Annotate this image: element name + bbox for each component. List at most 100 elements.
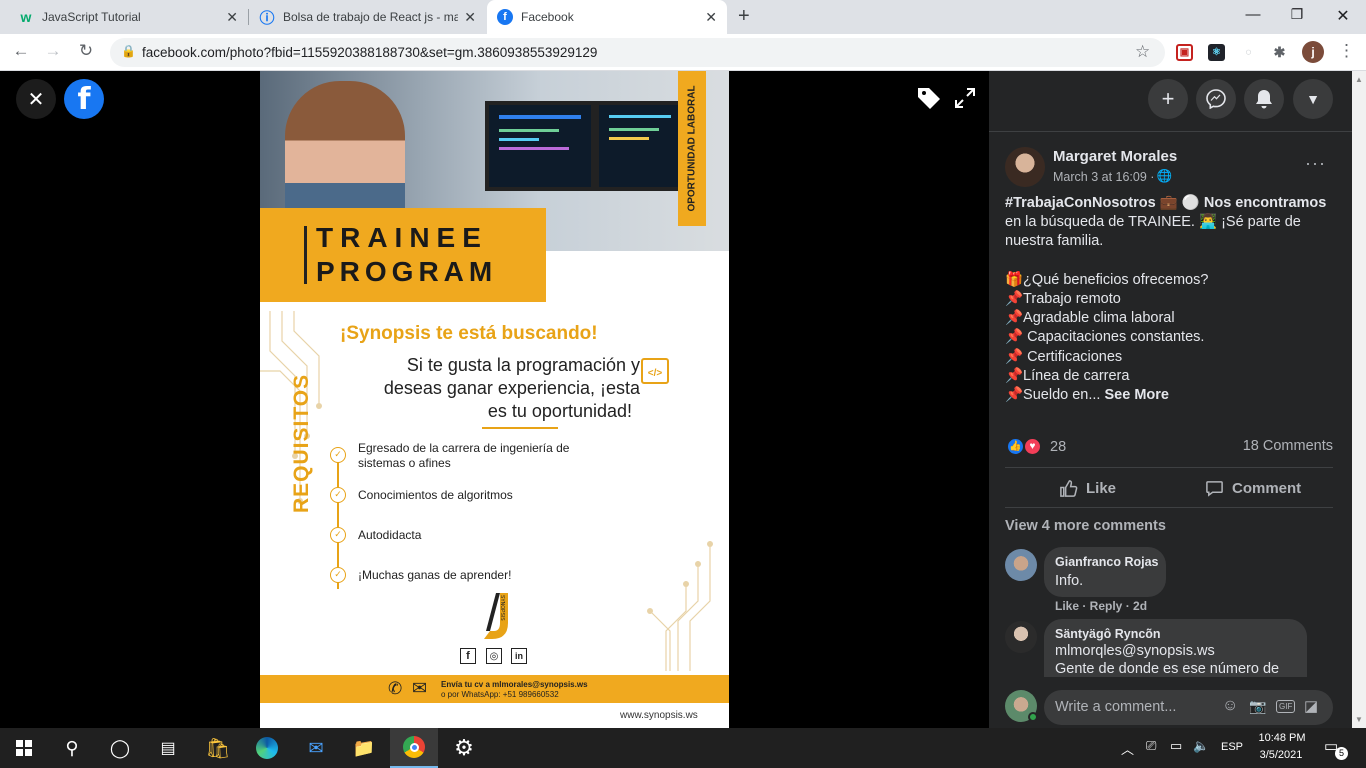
comments-count[interactable]: 18 Comments <box>1243 438 1333 454</box>
post-text-line: 📌 Certificaciones <box>1005 349 1123 365</box>
job-poster-image: OPORTUNIDAD LABORAL TRAINEE PROGRAM ¡Syn… <box>260 71 729 728</box>
fullscreen-icon[interactable] <box>954 87 976 109</box>
author-avatar[interactable] <box>1005 147 1045 187</box>
gif-icon[interactable]: GIF <box>1276 700 1296 713</box>
browser-toolbar: ← → ↻ 🔒 facebook.com/photo?fbid=11559203… <box>0 34 1366 71</box>
extension-icon[interactable]: ▣ <box>1176 44 1193 61</box>
post-sidebar: + ▼ Margaret Morales March 3 at 16:09 · … <box>989 71 1352 728</box>
restore-icon[interactable]: ❐ <box>1287 6 1307 23</box>
bookmark-star-icon[interactable]: ☆ <box>1135 42 1150 62</box>
react-devtools-icon[interactable]: ⚛ <box>1208 44 1225 61</box>
minimize-icon[interactable]: — <box>1243 6 1263 23</box>
reload-icon[interactable]: ↻ <box>75 41 97 61</box>
edge-icon[interactable] <box>243 728 291 768</box>
post-timestamp[interactable]: March 3 at 16:09 · 🌐 <box>1053 169 1172 184</box>
author-name[interactable]: Margaret Morales <box>1053 148 1177 165</box>
requirement-item: Autodidacta <box>358 528 422 542</box>
close-window-icon[interactable]: ✕ <box>1333 6 1353 26</box>
requirement-item: Conocimientos de algoritmos <box>358 488 513 502</box>
headline-box: TRAINEE PROGRAM <box>260 208 546 302</box>
emoji-icon[interactable]: ☺ <box>1222 697 1238 715</box>
forward-icon[interactable]: → <box>42 41 64 61</box>
like-reaction-icon[interactable]: 👍 <box>1006 437 1025 456</box>
commenter-avatar[interactable] <box>1005 621 1037 653</box>
tag-icon[interactable] <box>916 85 942 111</box>
close-tab-icon[interactable]: ✕ <box>226 9 238 26</box>
create-plus-icon[interactable]: + <box>1148 79 1188 119</box>
contact-line: Envía tu cv a mlmorales@synopsis.ws <box>441 680 588 689</box>
menu-icon[interactable]: ⋮ <box>1338 41 1355 61</box>
windows-taskbar: ⚲ ◯ ▤ 🛍 ✉ 📁 ⚙ ︿ ⎚ ▭ 🔈 ESP 10:48 PM 3/5/2… <box>0 728 1366 768</box>
chrome-icon[interactable] <box>390 728 438 768</box>
profile-avatar[interactable]: j <box>1302 41 1324 63</box>
post-text-line: 🎁¿Qué beneficios ofrecemos? <box>1005 272 1209 288</box>
browser-tab-strip: w JavaScript Tutorial ✕ ⓘ Bolsa de traba… <box>0 0 1366 34</box>
page-icon: ⓘ <box>259 9 275 27</box>
messenger-icon[interactable] <box>1196 79 1236 119</box>
close-viewer-icon[interactable]: ✕ <box>16 79 56 119</box>
start-windows-icon[interactable] <box>0 728 48 768</box>
network-icon[interactable]: ⎚ <box>1146 738 1156 754</box>
contact-line: o por WhatsApp: +51 989660532 <box>441 690 559 699</box>
headline-line-2: PROGRAM <box>316 256 498 287</box>
poster-tagline: ¡Synopsis te está buscando! <box>340 323 598 344</box>
poster-intro-line: Si te gusta la programación y <box>406 355 640 375</box>
reactions-count[interactable]: 28 <box>1050 439 1066 455</box>
address-bar[interactable]: 🔒 facebook.com/photo?fbid=11559203881887… <box>110 38 1165 67</box>
search-icon[interactable]: ⚲ <box>48 728 96 768</box>
comment-placeholder: Write a comment... <box>1055 699 1177 715</box>
tab-title: JavaScript Tutorial <box>42 10 141 24</box>
close-tab-icon[interactable]: ✕ <box>464 9 476 26</box>
comment-button[interactable]: Comment <box>1205 479 1301 498</box>
clock-date[interactable]: 3/5/2021 <box>1256 749 1306 761</box>
post-text-line: 📌Trabajo remoto <box>1005 291 1121 307</box>
view-more-comments-link[interactable]: View 4 more comments <box>1005 518 1166 534</box>
new-tab-button[interactable]: + <box>738 5 750 28</box>
store-icon[interactable]: 🛍 <box>194 728 242 768</box>
comment-input[interactable]: Write a comment... ☺ 📷 GIF ◪ <box>1044 690 1333 725</box>
clock-time[interactable]: 10:48 PM <box>1257 732 1307 744</box>
sticker-icon[interactable]: ◪ <box>1304 697 1318 715</box>
poster-website: www.synopsis.ws <box>620 710 698 721</box>
facebook-icon: f <box>460 648 476 664</box>
love-reaction-icon[interactable]: ♥ <box>1023 437 1042 456</box>
post-text-line: en la búsqueda de TRAINEE. 👨‍💻 ¡Sé parte… <box>1005 214 1301 230</box>
tab-title: Bolsa de trabajo de React js - ma <box>283 10 458 24</box>
notifications-bell-icon[interactable] <box>1244 79 1284 119</box>
close-tab-icon[interactable]: ✕ <box>705 9 717 26</box>
comment-text: mlmorqles@synopsis.ws <box>1055 643 1215 659</box>
tab-javascript-tutorial[interactable]: w JavaScript Tutorial ✕ <box>8 0 248 34</box>
side-label: OPORTUNIDAD LABORAL <box>686 85 698 212</box>
language-indicator[interactable]: ESP <box>1221 741 1243 753</box>
see-more-link[interactable]: See More <box>1104 387 1168 403</box>
mail-icon[interactable]: ✉ <box>292 728 340 768</box>
comment-text: Info. <box>1055 573 1084 589</box>
extension-icon[interactable]: ◌ <box>1240 44 1257 61</box>
settings-gear-icon[interactable]: ⚙ <box>440 728 488 768</box>
commenter-avatar[interactable] <box>1005 549 1037 581</box>
file-explorer-icon[interactable]: 📁 <box>340 728 388 768</box>
back-icon[interactable]: ← <box>10 41 32 61</box>
like-button[interactable]: Like <box>1059 479 1116 498</box>
tab-bolsa-de-trabajo[interactable]: ⓘ Bolsa de trabajo de React js - ma ✕ <box>249 0 486 34</box>
battery-icon[interactable]: ▭ <box>1170 738 1182 754</box>
account-menu-chevron-icon[interactable]: ▼ <box>1293 79 1333 119</box>
commenter-name[interactable]: Gianfranco Rojas <box>1055 555 1159 569</box>
extensions-puzzle-icon[interactable]: ✱ <box>1271 44 1288 61</box>
show-hidden-icons-chevron[interactable]: ︿ <box>1121 739 1134 758</box>
instagram-icon: ◎ <box>486 648 502 664</box>
comment-actions[interactable]: Like · Reply · 2d <box>1055 599 1147 613</box>
facebook-logo-icon[interactable]: f <box>64 79 104 119</box>
page-scrollbar[interactable]: ▲ ▼ <box>1352 71 1366 728</box>
contact-strip: ✆ ✉ Envía tu cv a mlmorales@synopsis.ws … <box>260 675 729 703</box>
commenter-name[interactable]: Säntyägô Ryncõn <box>1055 627 1161 641</box>
camera-icon[interactable]: 📷 <box>1249 698 1266 715</box>
tab-facebook[interactable]: f Facebook ✕ <box>487 0 727 34</box>
post-options-icon[interactable]: ··· <box>1305 153 1326 174</box>
task-view-icon[interactable]: ▤ <box>144 728 192 768</box>
circuit-decoration <box>647 541 713 671</box>
volume-icon[interactable]: 🔈 <box>1193 738 1209 754</box>
linkedin-icon: in <box>511 648 527 664</box>
url-text[interactable]: facebook.com/photo?fbid=1155920388188730… <box>142 45 597 60</box>
cortana-icon[interactable]: ◯ <box>96 728 144 768</box>
